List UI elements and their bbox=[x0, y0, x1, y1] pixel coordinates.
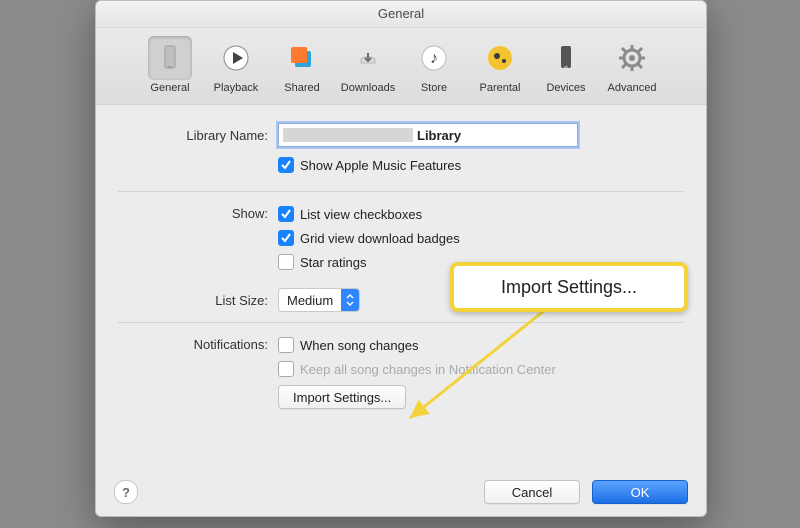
svg-text:♪: ♪ bbox=[430, 50, 438, 67]
tab-general[interactable]: General bbox=[139, 36, 201, 94]
checkbox-song-changes[interactable]: When song changes bbox=[278, 337, 684, 353]
redacted-text bbox=[283, 128, 413, 142]
checkbox-keep-changes: Keep all song changes in Notification Ce… bbox=[278, 361, 684, 377]
general-icon bbox=[148, 36, 192, 80]
library-name-input[interactable]: Library bbox=[278, 123, 578, 147]
show-label: Show: bbox=[118, 206, 278, 221]
tab-parental[interactable]: Parental bbox=[469, 36, 531, 94]
library-name-label: Library Name: bbox=[118, 128, 278, 143]
checkbox-icon bbox=[278, 254, 294, 270]
checkbox-apple-music[interactable]: Show Apple Music Features bbox=[278, 157, 684, 173]
gear-icon bbox=[610, 36, 654, 80]
chevron-updown-icon bbox=[341, 289, 359, 311]
checkbox-list-view[interactable]: List view checkboxes bbox=[278, 206, 684, 222]
playback-icon bbox=[214, 36, 258, 80]
tab-shared[interactable]: Shared bbox=[271, 36, 333, 94]
notifications-label: Notifications: bbox=[118, 337, 278, 352]
toolbar: General Playback Shared Downloads bbox=[96, 28, 706, 105]
tab-playback[interactable]: Playback bbox=[205, 36, 267, 94]
checkbox-icon bbox=[278, 361, 294, 377]
separator bbox=[118, 191, 684, 192]
import-settings-button[interactable]: Import Settings... bbox=[278, 385, 406, 409]
preferences-window: General General Playback Shared bbox=[95, 0, 707, 517]
library-name-suffix: Library bbox=[417, 128, 461, 143]
tab-downloads[interactable]: Downloads bbox=[337, 36, 399, 94]
parental-icon bbox=[478, 36, 522, 80]
separator bbox=[118, 322, 684, 323]
checkbox-icon bbox=[278, 157, 294, 173]
downloads-icon bbox=[346, 36, 390, 80]
checkbox-icon bbox=[278, 206, 294, 222]
checkbox-grid-badges[interactable]: Grid view download badges bbox=[278, 230, 684, 246]
tab-store[interactable]: ♪ Store bbox=[403, 36, 465, 94]
ok-button[interactable]: OK bbox=[592, 480, 688, 504]
shared-icon bbox=[280, 36, 324, 80]
store-icon: ♪ bbox=[412, 36, 456, 80]
devices-icon bbox=[544, 36, 588, 80]
cancel-button[interactable]: Cancel bbox=[484, 480, 580, 504]
checkbox-icon bbox=[278, 337, 294, 353]
checkbox-icon bbox=[278, 230, 294, 246]
callout-import-settings: Import Settings... bbox=[450, 262, 688, 312]
list-size-select[interactable]: Medium bbox=[278, 288, 360, 312]
help-button[interactable]: ? bbox=[114, 480, 138, 504]
footer: ? Cancel OK bbox=[96, 480, 706, 504]
content: Library Name: Library Show Apple Music F… bbox=[96, 105, 706, 409]
window-title: General bbox=[96, 1, 706, 28]
tab-devices[interactable]: Devices bbox=[535, 36, 597, 94]
tab-advanced[interactable]: Advanced bbox=[601, 36, 663, 94]
list-size-label: List Size: bbox=[118, 293, 278, 308]
